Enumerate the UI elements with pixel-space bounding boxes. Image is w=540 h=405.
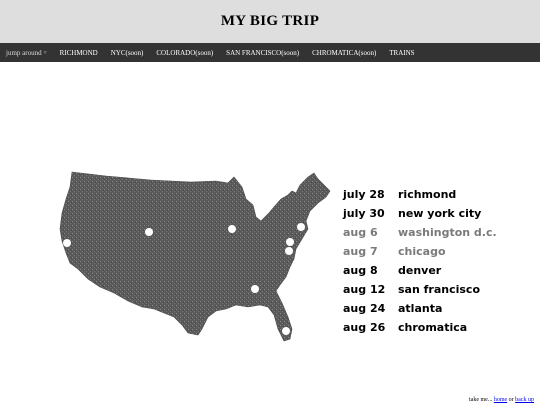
footer-prefix: take me... — [469, 397, 493, 403]
map-marker-washington — [286, 238, 294, 246]
map-marker-chromatica — [282, 327, 290, 335]
map-marker-chicago — [228, 225, 236, 233]
schedule-place: san francisco — [398, 283, 481, 296]
schedule-date: aug 24 — [343, 302, 386, 315]
schedule-row: aug 7 chicago — [343, 242, 497, 261]
schedule-row: aug 12 san francisco — [343, 280, 497, 299]
nav-link-trains[interactable]: TRAINS — [389, 49, 414, 57]
home-link[interactable]: home — [494, 397, 507, 403]
back-up-link[interactable]: back up — [515, 397, 534, 403]
nav-link-richmond[interactable]: RICHMOND — [60, 49, 98, 57]
schedule-date: aug 12 — [343, 283, 386, 296]
schedule-place: chromatica — [398, 321, 468, 334]
schedule-row: july 28 richmond — [343, 185, 497, 204]
schedule-place: washington d.c. — [398, 226, 497, 239]
schedule-row: aug 6 washington d.c. — [343, 223, 497, 242]
schedule-row: aug 26 chromatica — [343, 318, 497, 337]
nav-link-colorado[interactable]: COLORADO(soon) — [156, 49, 213, 57]
jump-around-dropdown[interactable]: jump around ▿ — [6, 49, 47, 57]
trip-schedule: july 28 richmond july 30 new york city a… — [343, 185, 497, 337]
schedule-row: aug 24 atlanta — [343, 299, 497, 318]
footer-nav: take me... home or back up — [469, 397, 534, 403]
map-marker-atlanta — [251, 285, 259, 293]
nav-link-nyc[interactable]: NYC(soon) — [111, 49, 144, 57]
map-marker-san-francisco — [63, 239, 71, 247]
schedule-place: new york city — [398, 207, 482, 220]
nav-link-san-francisco[interactable]: SAN FRANCISCO(soon) — [226, 49, 299, 57]
schedule-row: july 30 new york city — [343, 204, 497, 223]
schedule-date: aug 8 — [343, 264, 378, 277]
schedule-date: july 28 — [343, 188, 385, 201]
usa-map-icon — [56, 169, 336, 347]
jump-around-label: jump around — [6, 48, 42, 57]
map-marker-richmond — [285, 247, 293, 255]
schedule-date: aug 7 — [343, 245, 378, 258]
usa-map-shape — [59, 171, 331, 342]
site-header: MY BIG TRIP — [0, 0, 540, 43]
site-title: MY BIG TRIP — [220, 13, 320, 29]
caret-down-icon: ▿ — [43, 50, 47, 56]
schedule-place: denver — [398, 264, 442, 277]
schedule-row: aug 8 denver — [343, 261, 497, 280]
schedule-place: chicago — [398, 245, 446, 258]
nav-bar: jump around ▿ RICHMOND NYC(soon) COLORAD… — [0, 43, 540, 62]
schedule-date: aug 26 — [343, 321, 386, 334]
map-marker-denver — [145, 228, 153, 236]
schedule-date: aug 6 — [343, 226, 378, 239]
schedule-date: july 30 — [343, 207, 385, 220]
schedule-place: richmond — [398, 188, 457, 201]
schedule-place: atlanta — [398, 302, 443, 315]
nav-link-chromatica[interactable]: CHROMATICA(soon) — [312, 49, 376, 57]
footer-or: or — [508, 397, 514, 403]
map-marker-new-york — [297, 223, 305, 231]
